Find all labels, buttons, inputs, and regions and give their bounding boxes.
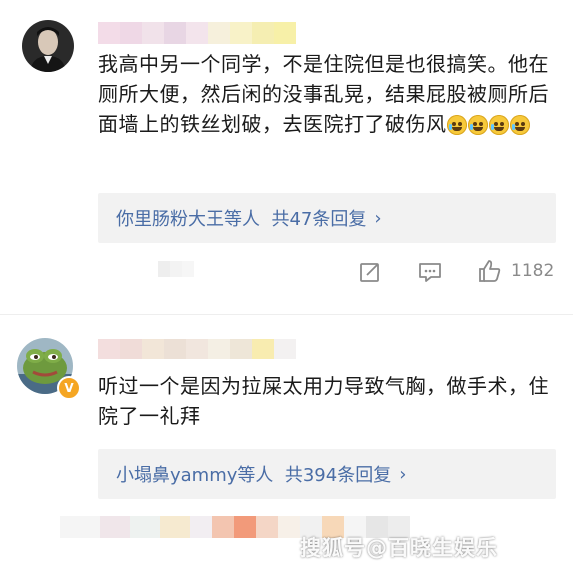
username-blurred[interactable] [98,22,296,44]
watermark: 搜狐号@百晓生娱乐 [300,532,498,562]
replies-summary-link[interactable]: 小塌鼻yammy等人 共394条回复 › [98,449,556,499]
timestamp-blurred [158,261,194,277]
comment-text: 听过一个是因为拉屎太用力导致气胸，做手术，住院了一礼拜 [98,371,560,431]
share-icon [360,263,379,282]
replies-summary-text: 小塌鼻yammy等人 共394条回复 [116,465,392,486]
avatar[interactable] [22,20,74,72]
share-button[interactable] [358,260,382,284]
comment-body: 听过一个是因为拉屎太用力导致气胸，做手术，住院了一礼拜 [98,374,549,428]
laugh-cry-emoji-icon [467,115,488,135]
divider [0,314,573,315]
chevron-right-icon: › [374,207,382,229]
laugh-cry-emoji-icon [446,115,467,135]
username-blurred[interactable] [98,339,296,359]
like-button[interactable]: 1182 [477,258,554,284]
replies-summary-link[interactable]: 你里肠粉大王等人 共47条回复 › [98,193,556,243]
thumbs-up-icon [479,260,501,282]
chevron-right-icon: › [399,463,407,485]
like-count: 1182 [511,261,555,281]
laugh-cry-emoji-icon [488,115,509,135]
avatar-photo [22,20,74,72]
verified-badge-icon: V [57,376,81,400]
laugh-cry-emoji-icon [509,115,530,135]
emoji-group [446,115,530,135]
comment-icon [419,263,441,282]
replies-summary-text: 你里肠粉大王等人 共47条回复 [116,209,367,230]
comment-text: 我高中另一个同学，不是住院但是也很搞笑。他在厕所大便，然后闲的没事乱晃，结果屁股… [98,49,558,139]
comment-button[interactable] [417,260,443,284]
watermark-text: 搜狐号@百晓生娱乐 [300,536,498,560]
